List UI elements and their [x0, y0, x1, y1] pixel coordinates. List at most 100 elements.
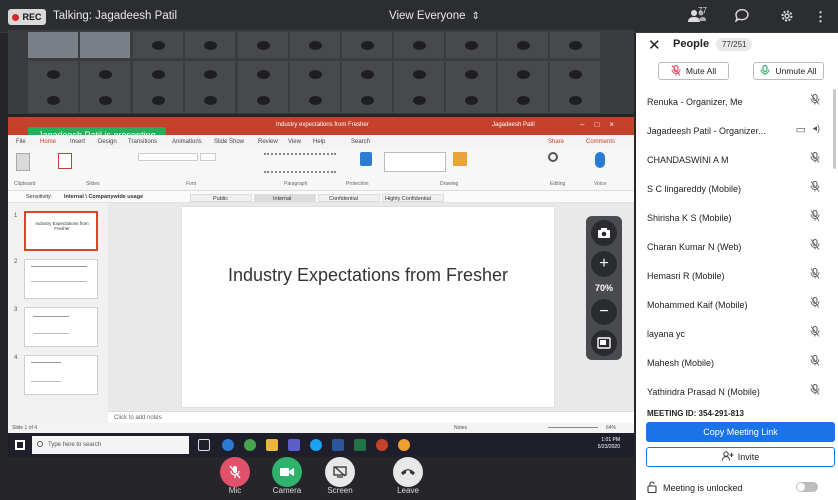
participant-list-scrollbar[interactable]	[833, 89, 836, 169]
participant-video-tile[interactable]	[80, 61, 130, 87]
leave-button[interactable]	[393, 457, 423, 487]
participant-video-tile[interactable]	[133, 61, 183, 87]
slide-thumb-3[interactable]	[24, 307, 98, 347]
ppt-share-button[interactable]: Share	[548, 139, 564, 145]
participant-video-tile[interactable]	[185, 61, 235, 87]
participant-video-tile[interactable]	[290, 87, 340, 113]
participant-row[interactable]: Renuka - Organizer, Me	[636, 87, 838, 116]
mic-muted-icon[interactable]	[810, 209, 820, 224]
participant-video-tile[interactable]	[498, 61, 548, 87]
participant-video-tile[interactable]	[446, 32, 496, 58]
participant-video-tile[interactable]	[28, 87, 78, 113]
zoom-in-icon[interactable]: +	[591, 251, 617, 277]
participant-video-tile[interactable]	[342, 87, 392, 113]
participant-video-tile[interactable]	[498, 32, 548, 58]
font-box[interactable]	[138, 153, 198, 161]
participant-video-tile[interactable]	[342, 61, 392, 87]
participant-video-tile[interactable]	[446, 61, 496, 87]
zoom-out-icon[interactable]: −	[591, 299, 617, 325]
sensitivity-option[interactable]: Highly Confidential	[382, 194, 444, 202]
new-slide-icon[interactable]	[58, 153, 72, 169]
participant-video-tile[interactable]	[133, 32, 183, 58]
mute-all-button[interactable]: Mute All	[658, 62, 729, 80]
participant-video-tile[interactable]	[290, 32, 340, 58]
settings-gear-icon[interactable]	[780, 9, 794, 26]
mic-muted-icon[interactable]	[810, 180, 820, 195]
ppt-comments-button[interactable]: Comments	[586, 139, 615, 145]
paste-icon[interactable]	[16, 153, 30, 171]
participant-video-tile[interactable]	[238, 87, 288, 113]
mic-muted-icon[interactable]	[810, 151, 820, 166]
sensitivity-value[interactable]: Internal \ Companywide usage	[64, 194, 143, 200]
shapes-gallery[interactable]	[384, 152, 446, 172]
participant-video-tile[interactable]	[394, 61, 444, 87]
ppt-tab[interactable]: Transitions	[128, 139, 157, 145]
participant-video-tile[interactable]	[238, 32, 288, 58]
ppt-tab[interactable]: Home	[40, 139, 56, 145]
teams-icon[interactable]	[288, 439, 300, 451]
participant-row[interactable]: S C lingareddy (Mobile)	[636, 174, 838, 203]
participant-video-tile[interactable]	[28, 61, 78, 87]
unmute-all-button[interactable]: Unmute All	[753, 62, 824, 80]
participant-row[interactable]: Jagadeesh Patil - Organizer... ▭ ◂)	[636, 116, 838, 145]
font-size-box[interactable]	[200, 153, 216, 161]
notes-pane[interactable]: Click to add notes	[108, 411, 634, 423]
participant-row[interactable]: Shirisha K S (Mobile)	[636, 203, 838, 232]
word-icon[interactable]	[332, 439, 344, 451]
mic-muted-icon[interactable]	[810, 93, 820, 108]
camera-button[interactable]	[272, 457, 302, 487]
ppt-tab[interactable]: Design	[98, 139, 117, 145]
participant-row[interactable]: Mahesh (Mobile)	[636, 348, 838, 377]
ppt-tab[interactable]: Review	[258, 139, 278, 145]
notes-toggle[interactable]: Notes	[454, 425, 467, 431]
participant-video-tile[interactable]	[238, 61, 288, 87]
edge-icon[interactable]	[222, 439, 234, 451]
taskbar-search[interactable]: Type here to search	[32, 436, 189, 454]
participant-video-tile[interactable]	[550, 87, 600, 113]
sensitivity-option[interactable]: Internal	[254, 194, 316, 202]
participant-video-tile[interactable]	[185, 32, 235, 58]
pip-icon[interactable]	[591, 330, 617, 356]
participant-video-tile[interactable]	[80, 87, 130, 113]
mic-muted-icon[interactable]	[810, 325, 820, 340]
participant-row[interactable]: Charan Kumar N (Web)	[636, 232, 838, 261]
participant-row[interactable]: CHANDASWINI A M	[636, 145, 838, 174]
ppt-search[interactable]: Search	[351, 139, 370, 145]
zoom-slider[interactable]	[548, 427, 598, 428]
participant-video-tile[interactable]	[394, 87, 444, 113]
find-icon[interactable]	[548, 152, 558, 162]
protect-icon[interactable]	[360, 152, 372, 166]
mic-muted-icon[interactable]	[810, 296, 820, 311]
close-icon[interactable]: ✕	[648, 36, 661, 54]
excel-icon[interactable]	[354, 439, 366, 451]
participant-video-tile[interactable]	[342, 32, 392, 58]
slide-thumb-1[interactable]: Industry Expectations from Fresher	[24, 211, 98, 251]
sensitivity-option[interactable]: Confidential	[318, 194, 380, 202]
participant-video-tile[interactable]	[394, 32, 444, 58]
participant-video-tile[interactable]	[498, 87, 548, 113]
sensitivity-option[interactable]: Public	[190, 194, 252, 202]
mic-button[interactable]	[220, 457, 250, 487]
ppt-tab[interactable]: Animations	[172, 139, 202, 145]
ppt-tab[interactable]: File	[16, 139, 26, 145]
chrome-icon[interactable]	[244, 439, 256, 451]
participant-row[interactable]: layana yc	[636, 319, 838, 348]
participant-row[interactable]: Mohammed Kaif (Mobile)	[636, 290, 838, 319]
powerpoint-icon[interactable]	[376, 439, 388, 451]
participant-video-tile[interactable]	[133, 87, 183, 113]
participant-video-tile[interactable]	[550, 32, 600, 58]
meeting-lock-toggle[interactable]	[796, 482, 818, 492]
participant-camera-feed[interactable]	[80, 32, 130, 58]
chat-icon[interactable]	[734, 8, 749, 25]
dictate-icon[interactable]	[595, 152, 605, 168]
file-explorer-icon[interactable]	[266, 439, 278, 451]
more-options-icon[interactable]: ⋮	[814, 9, 827, 25]
copy-meeting-link-button[interactable]: Copy Meeting Link	[646, 422, 835, 442]
participant-video-tile[interactable]	[550, 61, 600, 87]
mic-muted-icon[interactable]	[810, 354, 820, 369]
mic-muted-icon[interactable]	[810, 383, 820, 398]
current-slide[interactable]: Industry Expectations from Fresher	[182, 207, 554, 407]
ppt-tab[interactable]: Slide Show	[214, 139, 244, 145]
task-view-icon[interactable]	[198, 439, 210, 451]
paragraph-icons[interactable]	[264, 153, 336, 173]
